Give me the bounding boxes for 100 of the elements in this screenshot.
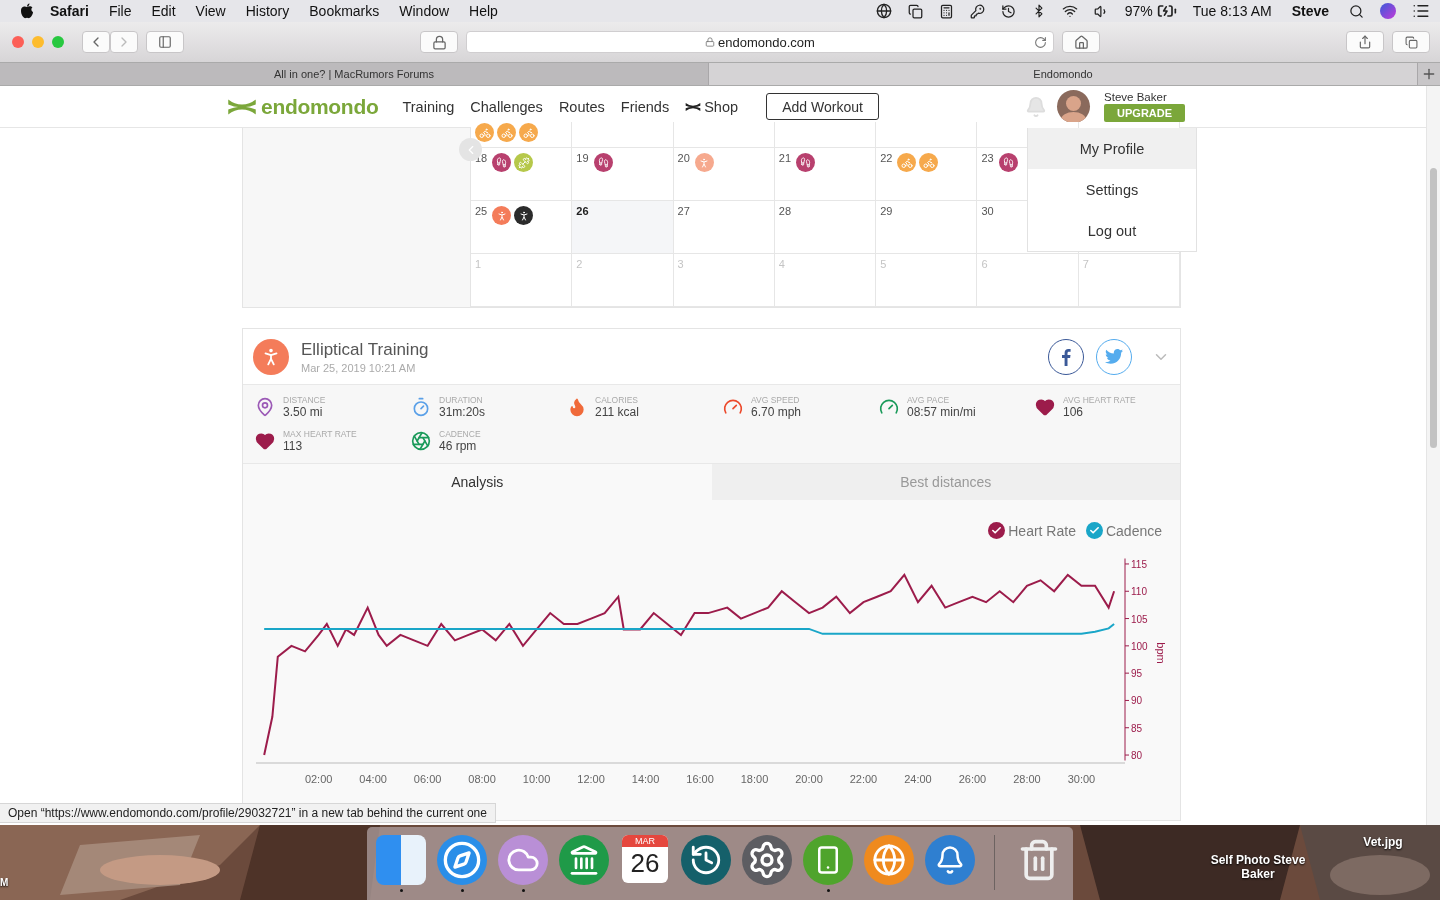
date-number: 28 bbox=[778, 205, 792, 217]
menu-item[interactable]: View bbox=[195, 3, 226, 19]
settings-icon[interactable] bbox=[742, 835, 792, 885]
bell-icon[interactable] bbox=[925, 835, 975, 885]
file-label[interactable]: Self Photo Steve Baker bbox=[1205, 853, 1311, 881]
compass-icon[interactable] bbox=[437, 835, 487, 885]
back-button[interactable] bbox=[82, 31, 110, 53]
footprints-icon[interactable] bbox=[796, 153, 816, 172]
menu-item[interactable]: Window bbox=[399, 3, 450, 19]
search-icon[interactable] bbox=[1349, 3, 1364, 19]
tick-label: 10:00 bbox=[522, 773, 551, 785]
stat-value: 113 bbox=[283, 439, 304, 453]
stat-value: 31m:20s bbox=[439, 405, 486, 419]
tick-label: 110 bbox=[1131, 586, 1147, 598]
stat-value: 46 rpm bbox=[439, 439, 478, 453]
user-name[interactable]: Steve Baker bbox=[1104, 91, 1186, 103]
menu-item[interactable]: File bbox=[108, 3, 132, 19]
apple-icon[interactable] bbox=[20, 3, 34, 19]
list-icon[interactable] bbox=[1412, 2, 1430, 20]
tick-label: 20:00 bbox=[795, 773, 823, 785]
globe-icon[interactable] bbox=[875, 3, 892, 19]
date-number: 5 bbox=[880, 258, 887, 270]
file-label[interactable]: Vet.jpg bbox=[1358, 835, 1408, 849]
wheel-icon bbox=[411, 431, 431, 451]
legend-label: Cadence bbox=[1105, 522, 1162, 539]
address-field[interactable]: endomondo.com bbox=[466, 31, 1054, 53]
legend-label: Heart Rate bbox=[1008, 522, 1076, 539]
phone-icon[interactable] bbox=[803, 835, 853, 885]
stat-label: DURATION bbox=[439, 395, 484, 405]
avatar[interactable] bbox=[1057, 90, 1091, 123]
tick-label: 12:00 bbox=[577, 773, 605, 785]
clock[interactable]: Tue 8:13 AM bbox=[1192, 3, 1272, 19]
bank-icon[interactable] bbox=[559, 835, 609, 885]
footprints-icon[interactable] bbox=[998, 153, 1018, 172]
person-icon[interactable] bbox=[514, 206, 534, 225]
copy-icon[interactable] bbox=[907, 3, 923, 19]
heart-icon bbox=[255, 431, 275, 451]
stat-value: 3.50 mi bbox=[283, 405, 324, 419]
user-name[interactable]: Steve bbox=[1291, 3, 1329, 19]
twitter-button[interactable] bbox=[1096, 338, 1132, 375]
tick-label: 14:00 bbox=[631, 773, 660, 785]
check-icon bbox=[991, 525, 1003, 536]
tick-label: 06:00 bbox=[413, 773, 442, 785]
app-menu[interactable]: Safari bbox=[50, 3, 89, 19]
flame-icon bbox=[567, 397, 587, 417]
menu-item[interactable]: Edit bbox=[151, 3, 176, 19]
history-icon[interactable] bbox=[1000, 3, 1016, 19]
cloud-icon[interactable] bbox=[498, 835, 548, 885]
key-icon[interactable] bbox=[969, 3, 985, 19]
tick-label: 02:00 bbox=[304, 773, 333, 785]
calendar-icon[interactable]: MAR 26 bbox=[622, 835, 668, 883]
bike-icon[interactable] bbox=[919, 153, 939, 172]
menu-item[interactable]: My Profile bbox=[1028, 128, 1196, 169]
battery-percent: 97% bbox=[1124, 3, 1153, 19]
share-button[interactable] bbox=[1346, 31, 1384, 53]
close-button[interactable] bbox=[12, 36, 24, 48]
clock-icon[interactable] bbox=[681, 835, 731, 885]
scrollbar[interactable] bbox=[1426, 86, 1440, 825]
bike-icon[interactable] bbox=[897, 153, 917, 172]
menu-item[interactable]: Bookmarks bbox=[309, 3, 380, 19]
edge-label: M bbox=[0, 877, 9, 888]
reload-icon[interactable] bbox=[1034, 35, 1047, 49]
nav-link[interactable]: Challenges bbox=[470, 98, 543, 115]
nav-link[interactable]: Friends bbox=[620, 98, 670, 115]
wifi-icon[interactable] bbox=[1061, 3, 1078, 19]
bike-icon[interactable] bbox=[519, 123, 538, 142]
home-button[interactable] bbox=[1062, 31, 1100, 53]
tab[interactable]: Analysis bbox=[243, 464, 712, 500]
bike-icon[interactable] bbox=[475, 123, 494, 142]
nav-link[interactable]: Routes bbox=[558, 98, 605, 115]
password-button[interactable] bbox=[420, 31, 458, 53]
status-bar: Open “https://www.endomondo.com/profile/29032721” in a new tab behind the current one bbox=[0, 803, 496, 823]
tick-label: 115 bbox=[1131, 558, 1147, 570]
facebook-button[interactable] bbox=[1048, 338, 1084, 375]
date-number: 23 bbox=[981, 152, 994, 164]
menu-item[interactable]: History bbox=[245, 3, 290, 19]
add-workout-button[interactable]: Add Workout bbox=[766, 93, 880, 120]
new-tab-button[interactable] bbox=[1418, 63, 1440, 85]
bike-icon[interactable] bbox=[497, 123, 516, 142]
timer-icon bbox=[411, 397, 431, 417]
footprints-icon[interactable] bbox=[492, 153, 512, 172]
checkbox[interactable] bbox=[988, 522, 1006, 539]
siri-icon[interactable] bbox=[1380, 3, 1396, 19]
footprints-icon[interactable] bbox=[593, 153, 613, 172]
finder-icon[interactable] bbox=[376, 835, 426, 885]
sidebar-button[interactable] bbox=[146, 31, 184, 53]
browser-tab[interactable]: Endomondo bbox=[709, 63, 1418, 85]
tabs-button[interactable] bbox=[1392, 31, 1430, 53]
menu-item[interactable]: Help bbox=[469, 3, 498, 19]
date-number: 1 bbox=[475, 258, 482, 270]
nav-link[interactable]: Shop bbox=[685, 98, 739, 115]
scrollbar-thumb[interactable] bbox=[1430, 168, 1437, 448]
stat-value: 6.70 mph bbox=[751, 405, 802, 419]
home-icon bbox=[1073, 34, 1089, 50]
tick-label: 22:00 bbox=[849, 773, 878, 785]
nav-link[interactable]: Training bbox=[402, 98, 455, 115]
stat-value: 211 kcal bbox=[595, 405, 639, 419]
date-number: 29 bbox=[880, 205, 893, 217]
checkbox[interactable] bbox=[1085, 522, 1103, 539]
calculator-icon[interactable] bbox=[938, 3, 954, 19]
